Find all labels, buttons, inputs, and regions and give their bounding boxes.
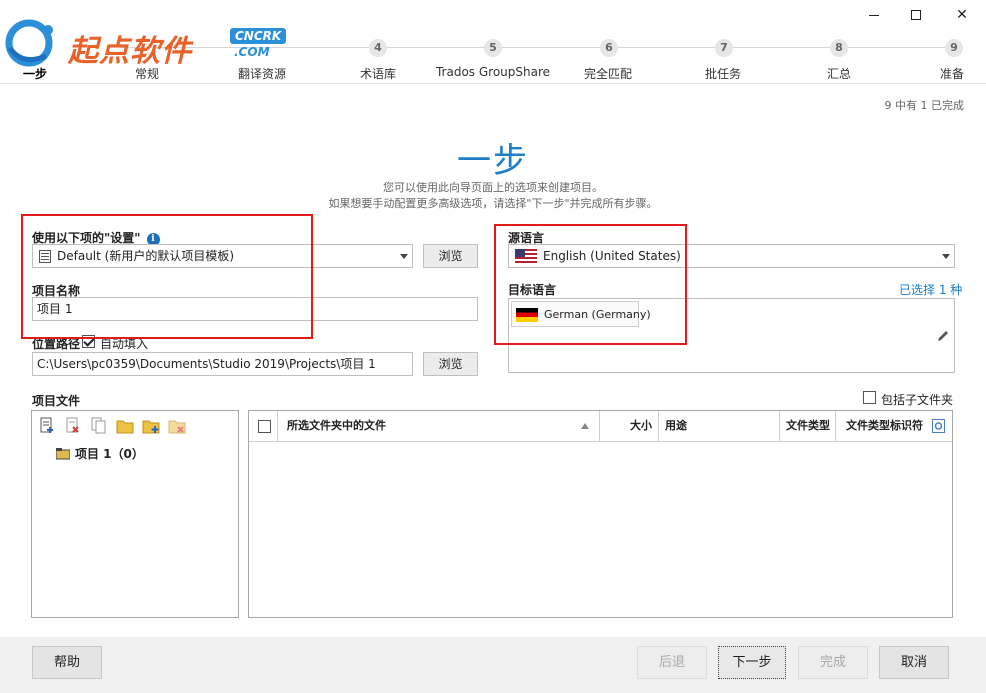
project-folder-icon	[56, 448, 70, 460]
add-folder-icon[interactable]	[142, 417, 160, 435]
minimize-icon	[869, 14, 879, 16]
step-5-label[interactable]: Trados GroupShare	[436, 65, 550, 79]
step-7-label[interactable]: 批任务	[705, 65, 741, 82]
target-selected-count: 已选择 1 种	[899, 283, 963, 297]
files-table: 所选文件夹中的文件 大小 用途 文件类型 文件类型标识符	[248, 410, 953, 618]
logo-swirl-icon	[5, 19, 53, 67]
page-title: 一步	[457, 141, 529, 181]
cancel-button[interactable]: 取消	[879, 646, 949, 679]
chevron-down-icon	[942, 254, 950, 259]
watermark-com: .COM	[234, 45, 270, 59]
add-file-icon[interactable]	[38, 417, 56, 435]
column-header-files[interactable]: 所选文件夹中的文件	[287, 411, 600, 441]
next-button[interactable]: 下一步	[718, 646, 786, 679]
step-9-dot: 9	[945, 39, 963, 57]
step-7-dot: 7	[715, 39, 733, 57]
settings-browse-button[interactable]: 浏览	[423, 244, 478, 268]
highlight-box-left	[21, 214, 313, 339]
edit-pencil-icon[interactable]	[936, 329, 950, 343]
maximize-button[interactable]	[898, 4, 934, 26]
chevron-down-icon	[400, 254, 408, 259]
step-8-label[interactable]: 汇总	[827, 65, 851, 82]
highlight-box-right	[494, 224, 687, 345]
step-5-dot: 5	[484, 39, 502, 57]
copy-file-icon[interactable]	[90, 417, 108, 435]
column-header-usage[interactable]: 用途	[665, 411, 780, 441]
column-header-file-type[interactable]: 文件类型	[786, 411, 836, 441]
close-button[interactable]: ✕	[944, 4, 980, 26]
back-button[interactable]: 后退	[637, 646, 707, 679]
watermark-brand: 起点软件	[68, 34, 192, 69]
column-header-file-type-id[interactable]: 文件类型标识符	[846, 411, 931, 441]
maximize-icon	[911, 10, 921, 20]
project-tree-panel: 项目 1（0）	[31, 410, 239, 618]
close-icon: ✕	[956, 7, 968, 23]
help-button[interactable]: 帮助	[32, 646, 102, 679]
step-6-dot: 6	[600, 39, 618, 57]
include-subfolders-checkbox[interactable]	[863, 391, 876, 404]
files-table-header: 所选文件夹中的文件 大小 用途 文件类型 文件类型标识符	[249, 411, 952, 442]
open-folder-icon[interactable]	[116, 417, 134, 435]
location-input[interactable]: C:\Users\pc0359\Documents\Studio 2019\Pr…	[32, 352, 413, 376]
step-8-dot: 8	[830, 39, 848, 57]
include-subfolders-label: 包括子文件夹	[881, 393, 954, 407]
select-all-checkbox[interactable]	[258, 420, 271, 433]
step-6-label[interactable]: 完全匹配	[584, 65, 632, 82]
progress-text: 9 中有 1 已完成	[884, 99, 965, 112]
column-chooser-icon[interactable]	[932, 419, 945, 433]
location-browse-button[interactable]: 浏览	[423, 352, 478, 376]
step-9-label[interactable]: 准备	[940, 65, 964, 82]
tree-root-item[interactable]: 项目 1（0）	[75, 445, 144, 462]
remove-file-icon[interactable]	[64, 417, 82, 435]
page-subtitle-2: 如果想要手动配置更多高级选项，请选择"下一步"并完成所有步骤。	[328, 197, 658, 210]
step-4-label[interactable]: 术语库	[360, 65, 396, 82]
column-header-size[interactable]: 大小	[600, 411, 659, 441]
sort-ascending-icon	[581, 423, 589, 429]
watermark-logo: 起点软件 CNCRK .COM	[2, 18, 292, 69]
finish-button[interactable]: 完成	[798, 646, 868, 679]
project-files-label: 项目文件	[32, 394, 81, 408]
watermark-badge: CNCRK	[230, 28, 287, 44]
step-4-dot: 4	[369, 39, 387, 57]
page-subtitle-1: 您可以使用此向导页面上的选项来创建项目。	[383, 181, 603, 194]
minimize-button[interactable]	[856, 4, 892, 26]
remove-folder-icon[interactable]	[168, 417, 186, 435]
